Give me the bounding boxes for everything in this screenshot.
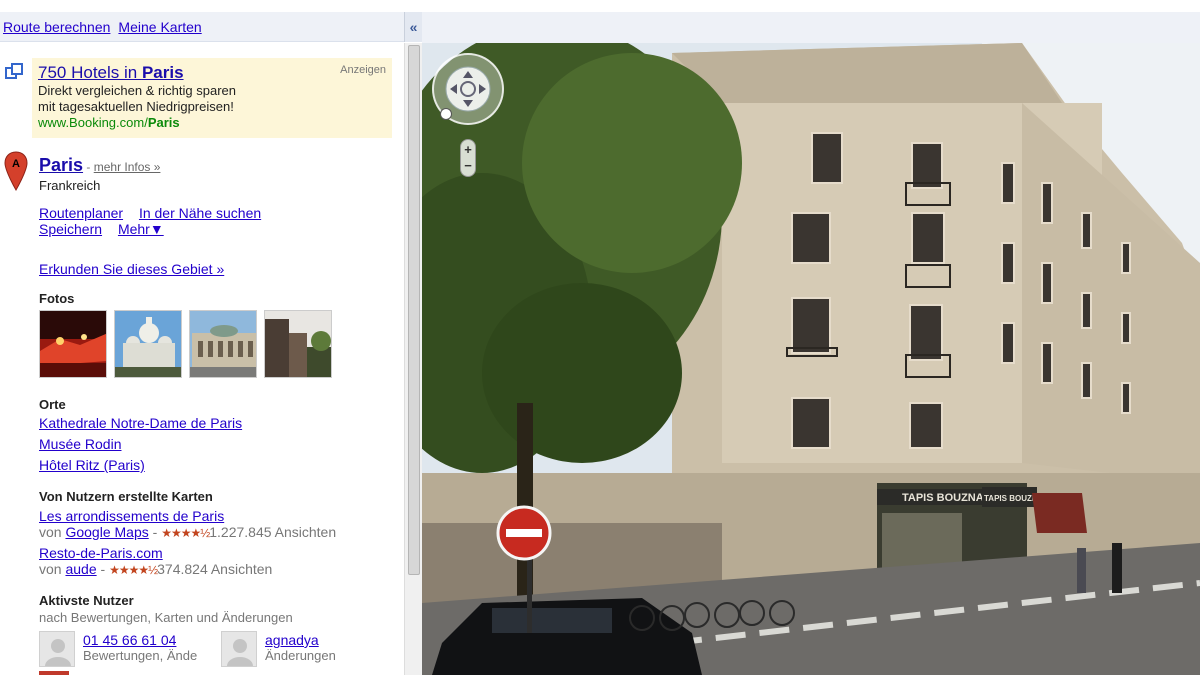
map-marker-icon: A <box>4 151 28 191</box>
place-actions-row-2: Speichern Mehr▼ <box>39 221 164 237</box>
active-users-heading: Aktivste Nutzer <box>39 593 134 608</box>
photo-thumbnail[interactable] <box>114 310 182 378</box>
sponsored-ad[interactable]: 750 Hotels in Paris Direkt vergleichen &… <box>32 58 392 138</box>
user-description: Änderungen <box>265 648 336 663</box>
user-name-link[interactable]: 01 45 66 61 04 <box>83 632 176 648</box>
top-toolbar: Route berechnen Meine Karten <box>0 12 404 42</box>
photo-thumbnail[interactable] <box>189 310 257 378</box>
photos-heading: Fotos <box>39 291 75 306</box>
place-actions-row-1: Routenplaner In der Nähe suchen <box>39 205 273 221</box>
view-count: 1.227.845 Ansichten <box>209 524 337 540</box>
user-map-link[interactable]: Resto-de-Paris.com <box>39 545 163 561</box>
places-heading: Orte <box>39 397 66 412</box>
place-link-hotel-ritz[interactable]: Hôtel Ritz (Paris) <box>39 457 145 473</box>
user-map-meta: von aude - ★★★★½374.824 Ansichten <box>39 561 273 577</box>
zoom-in-button[interactable]: + <box>461 142 475 157</box>
place-country: Frankreich <box>39 178 101 193</box>
user-description: Bewertungen, Ände <box>83 648 198 663</box>
search-nearby-link[interactable]: In der Nähe suchen <box>139 205 261 221</box>
place-link-musee-rodin[interactable]: Musée Rodin <box>39 436 122 452</box>
more-dropdown[interactable]: Mehr▼ <box>118 221 164 237</box>
ad-url[interactable]: www.Booking.com/Paris <box>38 115 386 131</box>
photo-thumbnail[interactable] <box>39 310 107 378</box>
shop-sign: TAPIS BOUZNAH <box>902 492 992 504</box>
save-link[interactable]: Speichern <box>39 221 102 237</box>
street-view-panorama[interactable]: TAPIS BOUZNAH TAPIS BOUZNAH + − <box>422 43 1200 675</box>
route-link[interactable]: Route berechnen <box>3 19 110 35</box>
ad-label: Anzeigen <box>340 64 386 76</box>
user-map-link[interactable]: Les arrondissements de Paris <box>39 508 224 524</box>
place-name-link[interactable]: Paris <box>39 155 83 175</box>
sidebar-scrollbar[interactable] <box>404 43 422 675</box>
next-avatar-edge <box>39 671 69 675</box>
ad-line-1: Direkt vergleichen & richtig sparen <box>38 83 236 98</box>
avatar[interactable] <box>221 631 257 667</box>
map-author-link[interactable]: Google Maps <box>65 524 148 540</box>
ad-title[interactable]: 750 Hotels in Paris <box>38 63 386 83</box>
place-header: Paris - mehr Infos » <box>39 155 160 176</box>
my-maps-link[interactable]: Meine Karten <box>118 19 201 35</box>
map-author-link[interactable]: aude <box>65 561 96 577</box>
route-planner-link[interactable]: Routenplaner <box>39 205 123 221</box>
photo-thumbnail[interactable] <box>264 310 332 378</box>
rating-stars: ★★★★½ <box>109 563 158 577</box>
more-info-link[interactable]: mehr Infos » <box>94 160 161 174</box>
avatar[interactable] <box>39 631 75 667</box>
sidebar-panel: 750 Hotels in Paris Direkt vergleichen &… <box>0 43 404 675</box>
ad-line-2: mit tagesaktuellen Niedrigpreisen! <box>38 99 234 114</box>
user-map-meta: von Google Maps - ★★★★½1.227.845 Ansicht… <box>39 524 337 540</box>
place-dash: - <box>83 160 94 174</box>
explore-area-link[interactable]: Erkunden Sie dieses Gebiet » <box>39 261 224 277</box>
zoom-control: + − <box>460 139 476 177</box>
street-view-image: TAPIS BOUZNAH TAPIS BOUZNAH <box>422 43 1200 675</box>
user-name-link[interactable]: agnadya <box>265 632 319 648</box>
sponsored-link-icon <box>5 63 23 79</box>
rating-stars: ★★★★½ <box>161 526 210 540</box>
place-link-notre-dame[interactable]: Kathedrale Notre-Dame de Paris <box>39 415 242 431</box>
map-header-bar <box>422 12 1200 43</box>
collapse-panel-button[interactable]: « <box>404 12 422 42</box>
view-count: 374.824 Ansichten <box>157 561 273 577</box>
user-maps-heading: Von Nutzern erstellte Karten <box>39 489 213 504</box>
active-users-subtitle: nach Bewertungen, Karten und Änderungen <box>39 610 293 625</box>
zoom-out-button[interactable]: − <box>461 158 475 173</box>
scrollbar-thumb[interactable] <box>408 45 420 575</box>
compass-icon[interactable] <box>440 108 452 120</box>
marker-letter: A <box>12 158 20 170</box>
